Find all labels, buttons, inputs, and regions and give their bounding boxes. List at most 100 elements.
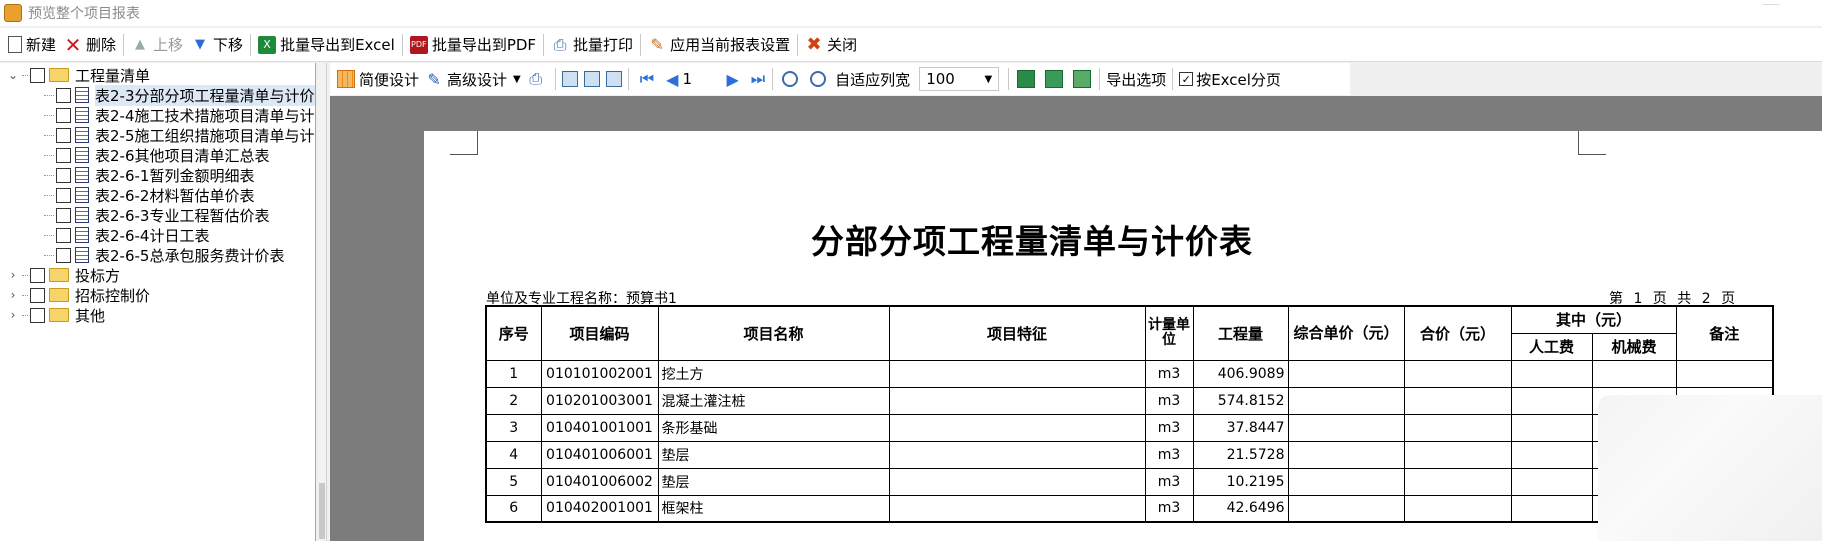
tree-item-report[interactable]: 表2-4施工技术措施项目清单与计 <box>42 105 315 125</box>
zoom-out-icon[interactable] <box>810 71 827 87</box>
tree-item-report[interactable]: 表2-6其他项目清单汇总表 <box>42 145 270 165</box>
toolbar-separator <box>640 33 642 56</box>
scrollbar-thumb[interactable] <box>319 483 325 539</box>
tree-checkbox[interactable] <box>56 147 71 163</box>
chevron-right-icon[interactable]: › <box>6 288 20 302</box>
tree-item-report[interactable]: 表2-6-2材料暂估单价表 <box>42 185 254 205</box>
tree-checkbox[interactable] <box>56 127 71 143</box>
batch-print-button[interactable]: ⎙ 批量打印 <box>547 31 637 59</box>
tree-checkbox[interactable] <box>56 227 71 243</box>
cell-name: 挖土方 <box>657 359 890 388</box>
new-button[interactable]: 新建 <box>4 31 60 59</box>
close-button[interactable]: ✖ 关闭 <box>801 31 861 59</box>
dropdown-arrow-icon[interactable]: ▼ <box>513 74 521 85</box>
cell-qty: 574.8152 <box>1192 386 1289 415</box>
tree-checkbox[interactable] <box>56 247 71 263</box>
apply-settings-button[interactable]: ✎ 应用当前报表设置 <box>644 31 794 59</box>
folder-icon <box>49 68 69 82</box>
excel-paging-checkbox[interactable]: ✓ 按Excel分页 <box>1176 66 1284 92</box>
move-up-button[interactable]: ▲ 上移 <box>127 31 187 59</box>
header-seq: 序号 <box>485 305 542 361</box>
corner-mark <box>1578 131 1606 155</box>
cell-qty: 21.5728 <box>1192 440 1289 469</box>
cell-feature <box>888 413 1146 442</box>
tree-item-report[interactable]: 表2-6-5总承包服务费计价表 <box>42 245 284 265</box>
excel-export-icon[interactable] <box>1017 70 1036 88</box>
first-page-icon[interactable]: ⏮ <box>640 69 654 89</box>
advanced-design-label: 高级设计 <box>447 70 508 89</box>
tree-root-item[interactable]: ⌄ 工程量清单 <box>6 65 150 85</box>
tree-line <box>44 114 54 116</box>
tree-item-control-price[interactable]: › 招标控制价 <box>6 285 150 305</box>
tree-item-report[interactable]: 表2-6-4计日工表 <box>42 225 209 245</box>
toolbar-separator <box>797 33 799 56</box>
export-excel-button[interactable]: X 批量导出到Excel <box>254 31 399 59</box>
simple-design-label: 简便设计 <box>359 70 420 89</box>
tree-item-report[interactable]: 表2-5施工组织措施项目清单与计 <box>42 125 315 145</box>
excel-paging-label: 按Excel分页 <box>1196 70 1281 89</box>
tree-label: 表2-6-1暂列金额明细表 <box>95 166 255 185</box>
tree-label: 表2-6-5总承包服务费计价表 <box>95 246 285 265</box>
header-name: 项目名称 <box>657 305 890 361</box>
delete-button[interactable]: ✕ 删除 <box>60 31 120 59</box>
chevron-right-icon[interactable]: › <box>6 268 20 282</box>
zoom-select[interactable]: 100 ▼ <box>919 67 1000 91</box>
export-pdf-button[interactable]: PDF 批量导出到PDF <box>406 31 540 59</box>
table-row: 6 010402001001 框架柱 m3 42.6496 <box>485 494 1774 523</box>
toolbar-separator <box>627 68 629 90</box>
last-page-icon[interactable]: ⏭ <box>751 69 765 89</box>
page-number-input[interactable]: 1 <box>682 70 706 88</box>
tree-checkbox[interactable] <box>56 207 71 223</box>
tree-line <box>22 294 28 296</box>
chevron-down-icon[interactable]: ⌄ <box>6 68 20 82</box>
two-page-icon[interactable] <box>583 71 600 87</box>
report-doc-icon <box>75 147 89 163</box>
tree-checkbox[interactable] <box>56 167 71 183</box>
new-label: 新建 <box>26 36 57 54</box>
floating-overlay <box>1598 395 1822 541</box>
tree-checkbox[interactable] <box>30 287 45 303</box>
tree-checkbox[interactable] <box>56 107 71 123</box>
cell-name: 混凝土灌注桩 <box>657 386 890 415</box>
print-preview-button[interactable]: ⎙ <box>524 66 552 92</box>
tree-item-other[interactable]: › 其他 <box>6 305 105 325</box>
cell-code: 010401006002 <box>540 467 659 496</box>
tree-checkbox[interactable] <box>56 187 71 203</box>
tree-line <box>44 234 54 236</box>
tree-line <box>22 274 28 276</box>
excel-sheet-icon[interactable] <box>1045 70 1064 88</box>
cell-seq: 3 <box>485 413 542 442</box>
cell-qty: 10.2195 <box>1192 467 1289 496</box>
prev-page-icon[interactable]: ◀ <box>666 70 678 89</box>
cell-feature <box>888 386 1146 415</box>
move-down-button[interactable]: ▼ 下移 <box>187 31 247 59</box>
minimize-button[interactable] <box>1762 4 1780 18</box>
close-label: 关闭 <box>827 36 858 54</box>
tree-checkbox[interactable] <box>30 67 45 83</box>
tree-item-report[interactable]: 表2-3分部分项工程量清单与计价 <box>42 84 315 106</box>
next-page-icon[interactable]: ▶ <box>726 70 738 89</box>
zoom-in-icon[interactable] <box>782 71 799 87</box>
tree-item-report[interactable]: 表2-6-1暂列金额明细表 <box>42 165 254 185</box>
toolbar-separator <box>772 68 774 90</box>
toolbar-separator <box>1008 68 1010 90</box>
cell-unit-price <box>1287 440 1405 469</box>
excel-multi-icon[interactable] <box>1073 70 1092 88</box>
tree-checkbox[interactable] <box>56 87 71 103</box>
multi-page-icon[interactable] <box>605 71 622 87</box>
tree-item-report[interactable]: 表2-6-3专业工程暂估价表 <box>42 205 269 225</box>
tree-scrollbar[interactable] <box>318 63 327 541</box>
fit-width-button[interactable]: 自适应列宽 <box>832 66 913 92</box>
export-options-button[interactable]: 导出选项 <box>1103 66 1169 92</box>
tree-label: 工程量清单 <box>75 66 151 85</box>
tree-item-bidder[interactable]: › 投标方 <box>6 265 120 285</box>
tree-checkbox[interactable] <box>30 267 45 283</box>
tree-checkbox[interactable] <box>30 307 45 323</box>
advanced-design-button[interactable]: ✎ 高级设计 ▼ <box>422 66 524 92</box>
chevron-right-icon[interactable]: › <box>6 308 20 322</box>
cell-unit-price <box>1287 467 1405 496</box>
preview-toolbar: 简便设计 ✎ 高级设计 ▼ ⎙ ⏮ ◀ 1 ▶ ⏭ 自适应列宽 100 ▼ 导出选项 … <box>330 63 1350 95</box>
corner-mark <box>450 131 478 155</box>
simple-design-button[interactable]: 简便设计 <box>334 66 422 92</box>
single-page-icon[interactable] <box>561 71 578 87</box>
